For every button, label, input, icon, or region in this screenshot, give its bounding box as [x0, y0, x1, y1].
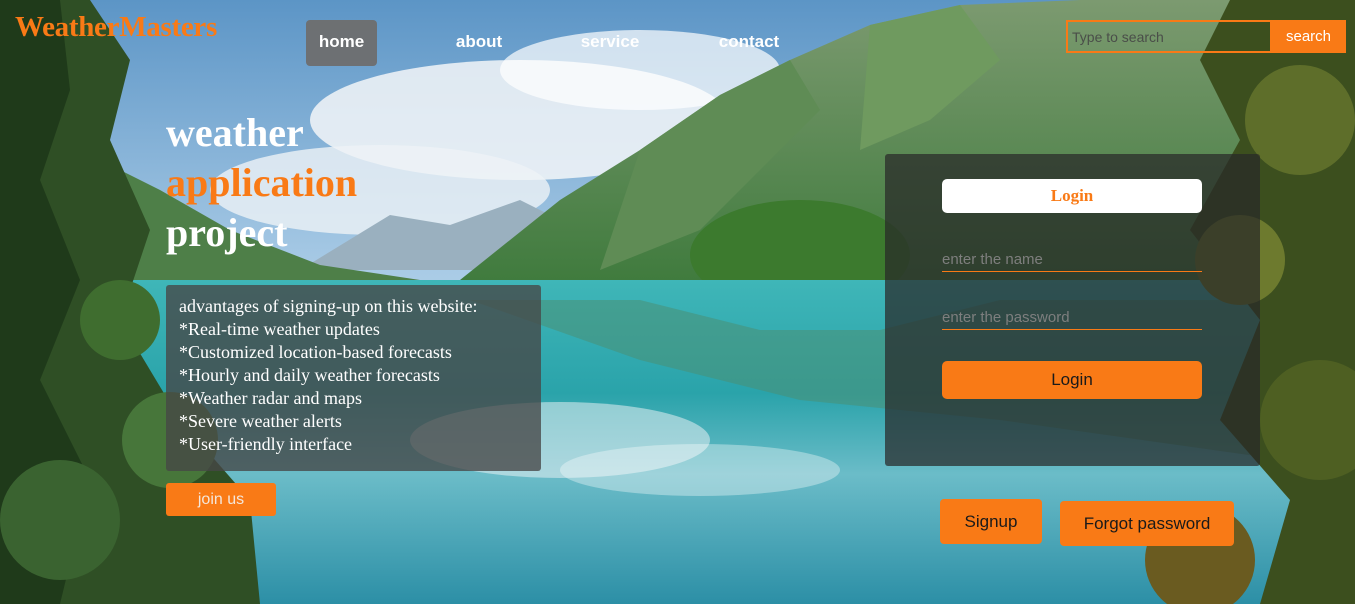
search-input[interactable] — [1066, 20, 1272, 53]
advantage-item: *Severe weather alerts — [179, 411, 342, 431]
password-field[interactable] — [942, 306, 1202, 330]
advantage-item: *User-friendly interface — [179, 434, 353, 454]
nav-item-home[interactable]: home — [306, 20, 377, 66]
forgot-password-button[interactable]: Forgot password — [1060, 501, 1234, 546]
nav-item-service[interactable]: service — [570, 20, 650, 66]
login-panel-title: Login — [942, 179, 1202, 213]
advantages-box: advantages of signing-up on this website… — [166, 285, 541, 471]
name-field[interactable] — [942, 248, 1202, 272]
hero-title-line-2: application — [166, 160, 358, 205]
advantage-item: *Customized location-based forecasts — [179, 342, 452, 362]
advantage-item: *Weather radar and maps — [179, 388, 362, 408]
join-us-button[interactable]: join us — [166, 483, 276, 516]
brand-logo-text: WeatherMasters — [15, 11, 217, 43]
login-button[interactable]: Login — [942, 361, 1202, 399]
nav-item-contact[interactable]: contact — [709, 20, 789, 66]
hero-title-line-1: weather — [166, 110, 304, 155]
signup-button[interactable]: Signup — [940, 499, 1042, 544]
advantage-item: *Real-time weather updates — [179, 319, 380, 339]
advantage-item: *Hourly and daily weather forecasts — [179, 365, 440, 385]
advantages-heading: advantages of signing-up on this website… — [179, 296, 478, 316]
nav-item-about[interactable]: about — [443, 20, 515, 66]
login-panel: Login Login — [885, 154, 1260, 466]
search-button[interactable]: search — [1271, 20, 1346, 53]
hero-title: weather application project — [166, 108, 357, 258]
hero-title-line-3: project — [166, 210, 288, 255]
